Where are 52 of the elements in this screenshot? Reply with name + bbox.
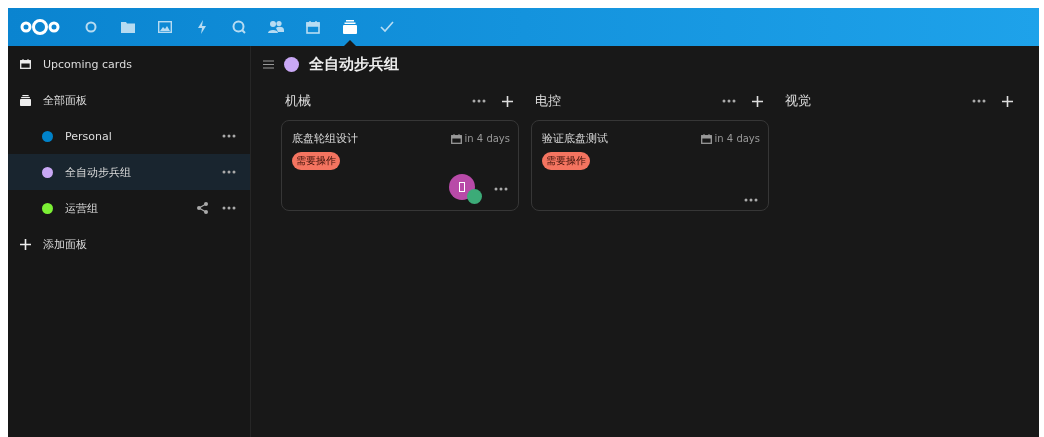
due-date: in 4 days: [464, 133, 510, 144]
more-button[interactable]: [220, 168, 238, 176]
board-item[interactable]: 全自动步兵组: [8, 154, 250, 190]
deck-icon: [342, 20, 357, 34]
card-label: 需要操作: [542, 152, 590, 170]
due-date: in 4 days: [714, 133, 760, 144]
sidebar-label: 全部面板: [43, 92, 88, 108]
add-card-button[interactable]: [500, 93, 515, 109]
add-card-button[interactable]: [750, 93, 765, 109]
stack-title: 机械: [285, 92, 312, 110]
more-button[interactable]: [720, 97, 738, 105]
calendar-icon: [20, 59, 31, 69]
lightning-icon: [196, 20, 207, 34]
board-label: Personal: [65, 129, 113, 143]
sidebar-label: Upcoming cards: [43, 57, 133, 71]
card-label: 需要操作: [292, 152, 340, 170]
calendar-icon: [305, 20, 320, 34]
logo-icon[interactable]: [20, 17, 60, 37]
board-item[interactable]: 运营组: [8, 190, 250, 226]
search-icon: [231, 20, 246, 34]
people-icon: [267, 20, 284, 34]
image-icon: [157, 21, 172, 33]
card-title: 验证底盘测试: [542, 131, 608, 146]
more-button[interactable]: [470, 97, 488, 105]
card-title: 底盘轮组设计: [292, 131, 358, 146]
board-label: 运营组: [65, 200, 99, 216]
circle-icon: [84, 21, 97, 33]
folder-icon: [120, 21, 135, 33]
board-item[interactable]: Personal: [8, 118, 250, 154]
board-label: 全自动步兵组: [65, 164, 132, 180]
more-button[interactable]: [492, 185, 510, 193]
card[interactable]: 验证底盘测试 in 4 days 需要操作: [531, 120, 769, 211]
more-button[interactable]: [220, 204, 238, 212]
card[interactable]: 底盘轮组设计 in 4 days 需要操作: [281, 120, 519, 211]
sidebar-item[interactable]: Upcoming cards: [8, 46, 250, 82]
deck-icon: [20, 94, 31, 106]
sidebar-item[interactable]: 全部面板: [8, 82, 250, 118]
calendar-icon: [450, 133, 462, 144]
add-card-button[interactable]: [1000, 93, 1015, 109]
menu-icon[interactable]: [263, 59, 274, 69]
more-button[interactable]: [742, 196, 760, 204]
sidebar-item[interactable]: 添加面板: [8, 226, 250, 262]
stack-title: 电控: [535, 92, 562, 110]
checkmark-icon: [379, 21, 394, 33]
more-button[interactable]: [970, 97, 988, 105]
stack-title: 视觉: [785, 92, 812, 110]
board-title: 全自动步兵组: [309, 54, 399, 74]
calendar-icon: [700, 133, 712, 144]
share-icon[interactable]: [197, 202, 208, 214]
sidebar-label: 添加面板: [43, 236, 88, 252]
more-button[interactable]: [220, 132, 238, 140]
plus-icon: [20, 238, 31, 250]
